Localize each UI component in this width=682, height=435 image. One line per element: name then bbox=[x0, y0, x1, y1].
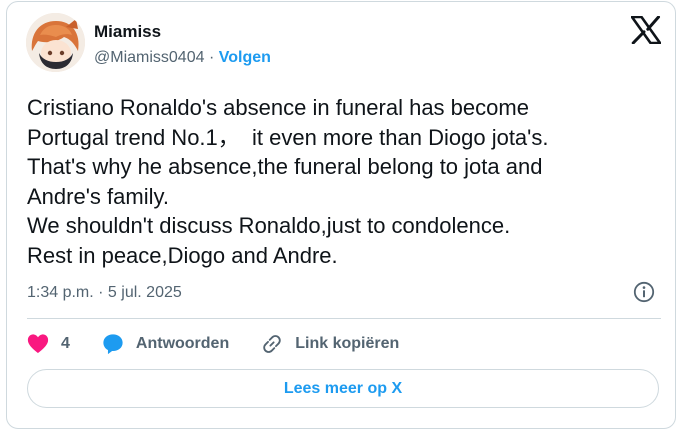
tweet-timestamp[interactable]: 1:34 p.m. · 5 jul. 2025 bbox=[27, 284, 182, 302]
link-icon bbox=[263, 335, 281, 353]
handle-separator: · bbox=[208, 49, 215, 66]
tweet-text-line: Rest in peace,Diogo and Andre. bbox=[27, 242, 338, 268]
tweet-text-line: That's why he absence,the funeral belong… bbox=[27, 154, 543, 179]
reply-bubble-icon bbox=[103, 334, 123, 355]
author-handle[interactable]: @Miamiss0404 bbox=[94, 49, 205, 66]
copy-link-label: Link kopiëren bbox=[295, 335, 400, 352]
like-count: 4 bbox=[61, 335, 70, 352]
action-bar: 4 Antwoorden Link kopiëren bbox=[27, 332, 399, 356]
avatar-image bbox=[26, 13, 85, 72]
divider bbox=[27, 318, 661, 319]
read-more-button[interactable]: Lees meer op X bbox=[27, 369, 659, 408]
like-button[interactable]: 4 bbox=[27, 334, 102, 354]
avatar[interactable] bbox=[26, 13, 85, 72]
tweet-text: Cristiano Ronaldo's absence in funeral h… bbox=[27, 93, 667, 270]
tweet-text-line: Portugal trend No.1， it even more than D… bbox=[27, 124, 549, 150]
read-more-label: Lees meer op X bbox=[283, 379, 403, 397]
tweet-card: Miamiss @Miamiss0404 · Volgen Cristiano … bbox=[6, 1, 676, 429]
tweet-text-line: We shouldn't discuss Ronaldo,just to con… bbox=[27, 213, 511, 238]
reply-label: Antwoorden bbox=[135, 335, 230, 352]
reply-button[interactable]: Antwoorden bbox=[102, 333, 261, 355]
x-logo-icon[interactable] bbox=[631, 16, 661, 44]
info-icon[interactable] bbox=[633, 281, 655, 303]
heart-icon bbox=[27, 334, 49, 354]
follow-button[interactable]: Volgen bbox=[219, 49, 271, 66]
author-display-name[interactable]: Miamiss bbox=[94, 22, 161, 42]
tweet-text-line: Cristiano Ronaldo's absence in funeral h… bbox=[27, 95, 529, 120]
author-handle-row: @Miamiss0404 · Volgen bbox=[94, 49, 271, 67]
tweet-text-line: Andre's family. bbox=[27, 183, 169, 209]
copy-link-button[interactable]: Link kopiëren bbox=[261, 333, 399, 355]
